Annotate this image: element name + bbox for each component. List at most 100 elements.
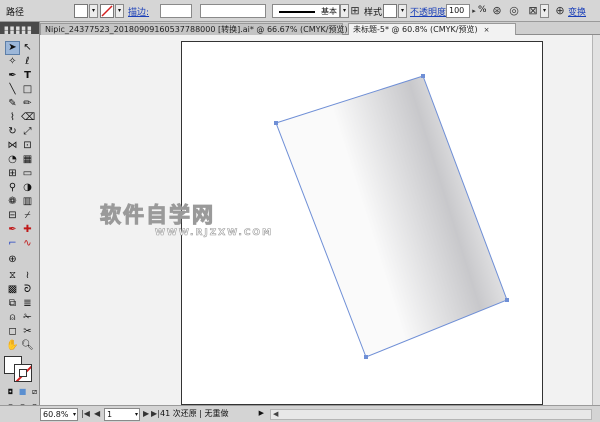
document-canvas[interactable]: 软件自学网 WWW.RJZXW.COM: [40, 35, 600, 405]
hourglass-tool-icon[interactable]: ⧖: [6, 270, 19, 282]
twirl-tool-icon[interactable]: ᘐ: [21, 284, 34, 296]
mesh-tool-icon[interactable]: ⊞: [6, 168, 19, 180]
convert-anchor-tool-icon[interactable]: ⌐: [6, 238, 19, 250]
status-bar: 60.8% ▾ |◀ ◀ 1 ▾ ▶ ▶| 41 次还原 | 无重做 ▶ ◀: [0, 405, 600, 422]
anchor-point[interactable]: [505, 298, 509, 302]
line-segment-tool-icon[interactable]: ╲: [6, 84, 19, 96]
hand-tool-icon[interactable]: ✋: [6, 340, 19, 352]
free-transform-tool-icon[interactable]: ⊡: [21, 140, 34, 152]
tab-document-untitled-5[interactable]: 未标题-5* @ 60.8% (CMYK/预览) ×: [348, 23, 516, 35]
anchor-point[interactable]: [421, 74, 425, 78]
status-info[interactable]: 41 次还原 | 无重做 ▶: [160, 408, 264, 421]
anchor-point[interactable]: [274, 121, 278, 125]
pen-tool-icon[interactable]: ✒: [6, 70, 19, 82]
column-graph-tool-icon[interactable]: ▥: [21, 196, 34, 208]
grip-dots-icon: ▪▪▪▪▪ ▪▪▪▪▪: [4, 24, 33, 36]
rectangle-path[interactable]: [275, 75, 508, 358]
graphic-style-swatch[interactable]: [383, 4, 397, 18]
artboard-dropdown-icon[interactable]: ▾: [135, 409, 138, 420]
blob-brush-tool-icon[interactable]: ⌇: [6, 112, 19, 124]
style-label: 样式:: [364, 8, 386, 18]
live-paint-tool-icon[interactable]: ▩: [6, 284, 19, 296]
opacity-arrow-icon[interactable]: ▸: [470, 4, 478, 18]
opacity-field[interactable]: 100: [446, 4, 470, 18]
tools-panel: ▪▪▪▪▪ ▪▪▪▪▪ ➤ ↖ ✧ ℓ ✒ T ╲ □ ✎ ✏ ⌇ ⌫ ↻ ⤢ ⋈…: [0, 22, 40, 422]
close-icon[interactable]: ×: [484, 26, 490, 34]
eyedropper-tool-icon[interactable]: ⚲: [6, 182, 19, 194]
gradient-tool-icon[interactable]: ▭: [21, 168, 34, 180]
lasso-tool-icon[interactable]: ℓ: [21, 56, 34, 68]
artboard-number: 1: [107, 410, 113, 419]
direct-selection-tool-icon[interactable]: ↖: [21, 42, 34, 54]
blend-tool-icon[interactable]: ◑: [21, 182, 34, 194]
tab-label: 未标题-5* @ 60.8% (CMYK/预览): [353, 25, 478, 34]
zoom-dropdown-icon[interactable]: ▾: [73, 409, 76, 420]
first-artboard-icon[interactable]: |◀: [81, 408, 90, 421]
control-bar: 路径 ▾ ▾ 描边: 基本 ▾ ⊞ 样式: ▾ 不透明度: 100 ▸ % ⊛ …: [0, 0, 600, 22]
stroke-weight-field[interactable]: [160, 4, 192, 18]
brush-profile-label: 基本: [321, 7, 337, 16]
no-stroke-icon: [101, 5, 113, 17]
add-anchor-tool-icon[interactable]: ✚: [21, 224, 34, 236]
variable-width-profile[interactable]: [200, 4, 266, 18]
symbol-sprayer-tool-icon[interactable]: ❁: [6, 196, 19, 208]
tools-panel-grip[interactable]: ▪▪▪▪▪ ▪▪▪▪▪: [0, 22, 39, 36]
opacity-unit: %: [478, 5, 487, 15]
graphic-style-dropdown[interactable]: ▾: [398, 4, 407, 18]
scale-tool-icon[interactable]: ⤢: [21, 126, 34, 138]
width-tool-icon[interactable]: ⋈: [6, 140, 19, 152]
align-options-icon[interactable]: ◎: [507, 4, 521, 18]
slice-tool-icon[interactable]: ⌿: [21, 210, 34, 222]
knife-tool-icon[interactable]: ✁: [21, 312, 34, 324]
recolor-artwork-icon[interactable]: ⊛: [490, 4, 504, 18]
stroke-swatch[interactable]: [14, 364, 32, 382]
stroke-color-swatch[interactable]: [100, 4, 114, 18]
stroke-link[interactable]: 描边:: [128, 5, 149, 18]
eraser-tool-icon[interactable]: ⌫: [21, 112, 35, 124]
scissors-tool-icon[interactable]: ✂: [21, 326, 34, 338]
warp-tool-icon[interactable]: ≀: [21, 270, 34, 282]
zoom-tool-icon[interactable]: 🔍︎: [21, 340, 34, 352]
selection-tool-icon[interactable]: ➤: [5, 41, 20, 55]
paintbrush-tool-icon[interactable]: ✎: [6, 98, 19, 110]
artboard-number-field[interactable]: 1 ▾: [104, 408, 140, 421]
bar-graph-tool-icon[interactable]: ≣: [21, 298, 34, 310]
scroll-left-icon[interactable]: ◀: [273, 410, 278, 419]
anchor-point[interactable]: [364, 355, 368, 359]
tab-label: Nipic_24377523_20180909160537788000 [转换]…: [45, 25, 348, 34]
stroke-inner-icon: [19, 369, 27, 377]
magic-wand-tool-icon[interactable]: ✧: [6, 56, 19, 68]
next-artboard-icon[interactable]: ▶: [143, 408, 149, 421]
lasso-select-tool-icon[interactable]: ⍝: [6, 312, 19, 324]
zoom-level-field[interactable]: 60.8% ▾: [40, 408, 78, 421]
perspective-grid-tool-icon[interactable]: ▦: [21, 154, 34, 166]
previous-artboard-icon[interactable]: ◀: [94, 408, 100, 421]
pencil-tool-icon[interactable]: ✏: [21, 98, 34, 110]
reference-point-icon[interactable]: ⊠: [526, 4, 540, 18]
transform-link[interactable]: 变换: [568, 5, 586, 18]
horizontal-scrollbar[interactable]: ◀: [270, 409, 592, 420]
watermark-text: 软件自学网: [100, 203, 215, 228]
type-tool-icon[interactable]: T: [21, 70, 34, 82]
opacity-link[interactable]: 不透明度:: [410, 5, 449, 18]
target-tool-icon[interactable]: ⊕: [6, 254, 19, 266]
pen-anchor-tool-icon[interactable]: ✒: [6, 224, 19, 236]
fill-color-dropdown[interactable]: ▾: [89, 4, 98, 18]
crop-tool-icon[interactable]: ⧉: [6, 298, 19, 310]
status-menu-icon[interactable]: ▶: [259, 408, 264, 419]
rotate-tool-icon[interactable]: ↻: [6, 126, 19, 138]
square-marquee-tool-icon[interactable]: ◻: [6, 326, 19, 338]
artboard-tool-icon[interactable]: ⊟: [6, 210, 19, 222]
last-artboard-icon[interactable]: ▶|: [151, 408, 160, 421]
stroke-color-dropdown[interactable]: ▾: [115, 4, 124, 18]
tab-document-nipic[interactable]: Nipic_24377523_20180909160537788000 [转换]…: [40, 23, 359, 35]
vertical-scrollbar[interactable]: [592, 35, 600, 405]
fill-color-swatch[interactable]: [74, 4, 88, 18]
curvature-tool-icon[interactable]: ∿: [21, 238, 34, 250]
shape-builder-tool-icon[interactable]: ◔: [6, 154, 19, 166]
fill-stroke-swatches: [4, 356, 38, 384]
rectangle-tool-icon[interactable]: □: [21, 84, 34, 96]
brush-options-icon[interactable]: ⊞: [348, 4, 362, 18]
brush-definition-field[interactable]: 基本: [272, 4, 340, 18]
reference-point-dropdown[interactable]: ▾: [540, 4, 549, 18]
